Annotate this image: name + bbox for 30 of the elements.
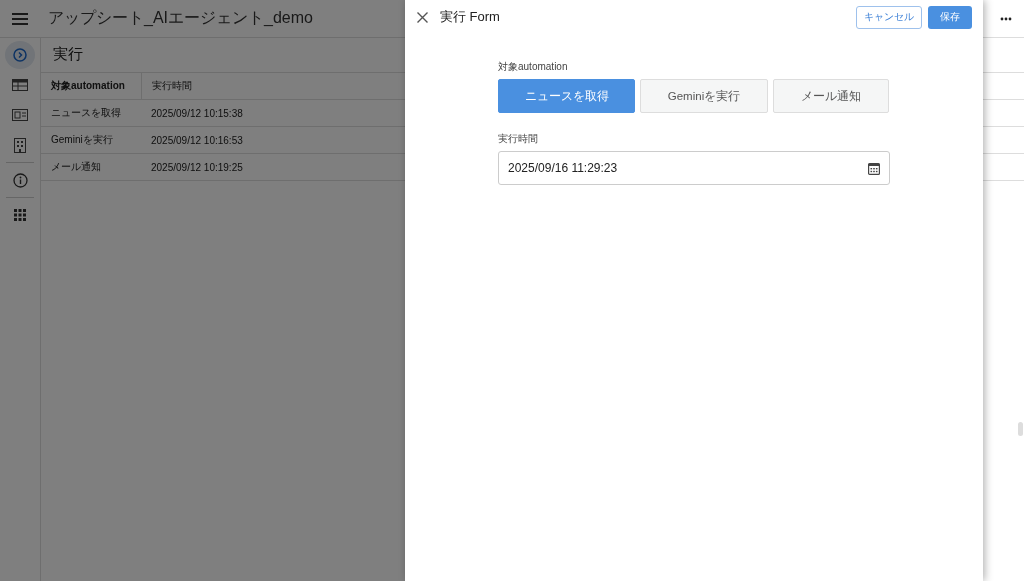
- datetime-field[interactable]: 2025/09/16 11:29:23: [498, 151, 890, 185]
- table-cell-text: メール通知: [50, 160, 102, 174]
- choice-button[interactable]: メール通知: [773, 79, 889, 113]
- chevron-circle-icon: [13, 48, 27, 62]
- table-icon: [12, 79, 28, 91]
- save-button[interactable]: 保存: [928, 5, 972, 29]
- scrollbar-thumb[interactable]: [1018, 422, 1023, 436]
- table-cell-text: Geminiを実行: [50, 133, 114, 147]
- id-card-icon: [12, 109, 28, 121]
- building-icon: [14, 137, 26, 153]
- table-cell-text: 2025/09/12 10:16:53: [150, 134, 244, 146]
- table-cell-text: 2025/09/12 10:15:38: [150, 107, 244, 119]
- info-icon: [12, 172, 28, 188]
- column-header[interactable]: 実行時間: [142, 79, 202, 93]
- close-icon[interactable]: [417, 11, 428, 23]
- table-cell-text: 2025/09/12 10:19:25: [150, 161, 244, 173]
- choice-button[interactable]: Geminiを実行: [640, 79, 768, 113]
- table-cell-text: ニュースを取得: [50, 106, 122, 120]
- calendar-icon[interactable]: [868, 161, 880, 175]
- menu-icon[interactable]: [12, 12, 28, 25]
- field-label: 実行時間: [498, 132, 539, 146]
- column-header[interactable]: 対象automation: [41, 73, 142, 99]
- field-label: 対象automation: [498, 60, 569, 74]
- grid-icon: [14, 209, 26, 221]
- choice-button[interactable]: ニュースを取得: [498, 79, 635, 113]
- form-title: 実行 Form: [440, 8, 500, 26]
- nav-item[interactable]: [5, 41, 35, 69]
- more-icon[interactable]: [1000, 16, 1012, 21]
- app-title: アップシート_AIエージェント_demo: [48, 8, 313, 28]
- cancel-button[interactable]: キャンセル: [856, 5, 922, 29]
